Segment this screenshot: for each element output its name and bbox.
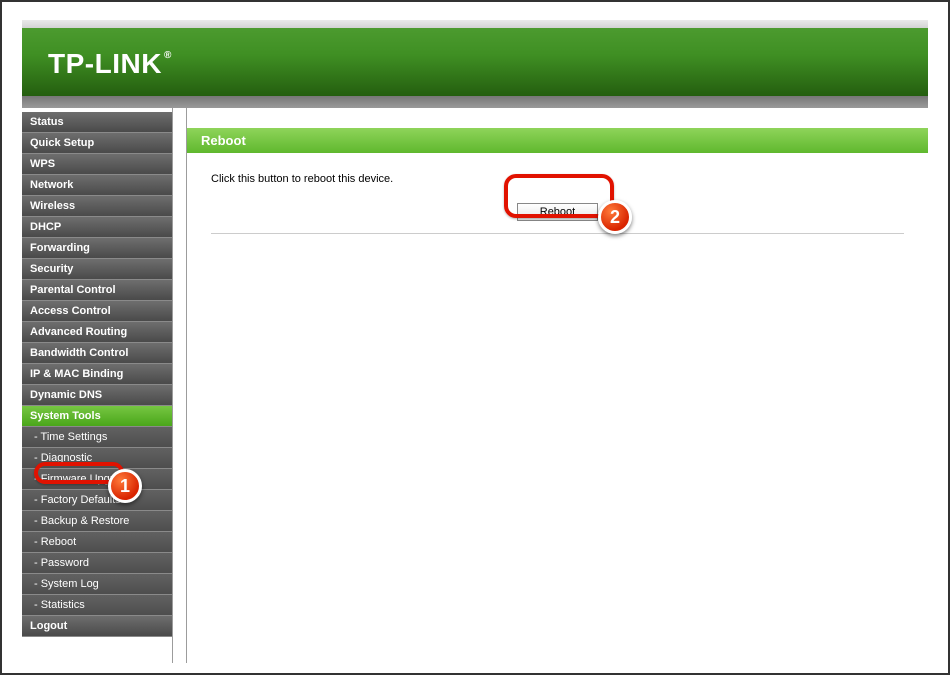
nav-status[interactable]: Status [22, 112, 172, 133]
panel-body: Click this button to reboot this device.… [187, 173, 928, 234]
instruction-text: Click this button to reboot this device. [211, 173, 904, 185]
reboot-button[interactable]: Reboot [517, 203, 598, 221]
nav-list: Status Quick Setup WPS Network Wireless … [22, 108, 172, 637]
divider [211, 233, 904, 234]
main-panel: Reboot Click this button to reboot this … [187, 108, 928, 663]
page-title: Reboot [187, 128, 928, 153]
header-top-strip [22, 20, 928, 28]
nav-wireless[interactable]: Wireless [22, 196, 172, 217]
nav-logout[interactable]: Logout [22, 616, 172, 637]
header: TP-LINK ® [22, 28, 928, 96]
nav-ip-mac-binding[interactable]: IP & MAC Binding [22, 364, 172, 385]
nav-statistics[interactable]: - Statistics [22, 595, 172, 616]
sidebar: Status Quick Setup WPS Network Wireless … [22, 108, 172, 663]
nav-dynamic-dns[interactable]: Dynamic DNS [22, 385, 172, 406]
nav-system-tools[interactable]: System Tools [22, 406, 172, 427]
nav-system-log[interactable]: - System Log [22, 574, 172, 595]
nav-bandwidth-control[interactable]: Bandwidth Control [22, 343, 172, 364]
nav-firmware-upgrade[interactable]: - Firmware Upgrade [22, 469, 172, 490]
nav-dhcp[interactable]: DHCP [22, 217, 172, 238]
nav-wps[interactable]: WPS [22, 154, 172, 175]
nav-parental-control[interactable]: Parental Control [22, 280, 172, 301]
nav-network[interactable]: Network [22, 175, 172, 196]
brand-logo: TP-LINK ® [48, 48, 172, 80]
nav-diagnostic[interactable]: - Diagnostic [22, 448, 172, 469]
nav-advanced-routing[interactable]: Advanced Routing [22, 322, 172, 343]
nav-forwarding[interactable]: Forwarding [22, 238, 172, 259]
nav-quick-setup[interactable]: Quick Setup [22, 133, 172, 154]
nav-time-settings[interactable]: - Time Settings [22, 427, 172, 448]
nav-access-control[interactable]: Access Control [22, 301, 172, 322]
vertical-separator [172, 108, 187, 663]
header-bottom-strip [22, 96, 928, 108]
nav-reboot[interactable]: - Reboot [22, 532, 172, 553]
brand-reg: ® [164, 50, 172, 61]
app-frame: TP-LINK ® Status Quick Setup WPS Network… [22, 20, 928, 655]
nav-factory-defaults[interactable]: - Factory Defaults [22, 490, 172, 511]
body: Status Quick Setup WPS Network Wireless … [22, 108, 928, 663]
nav-backup-restore[interactable]: - Backup & Restore [22, 511, 172, 532]
nav-password[interactable]: - Password [22, 553, 172, 574]
button-row: Reboot [211, 203, 904, 221]
brand-text: TP-LINK [48, 48, 162, 80]
nav-security[interactable]: Security [22, 259, 172, 280]
